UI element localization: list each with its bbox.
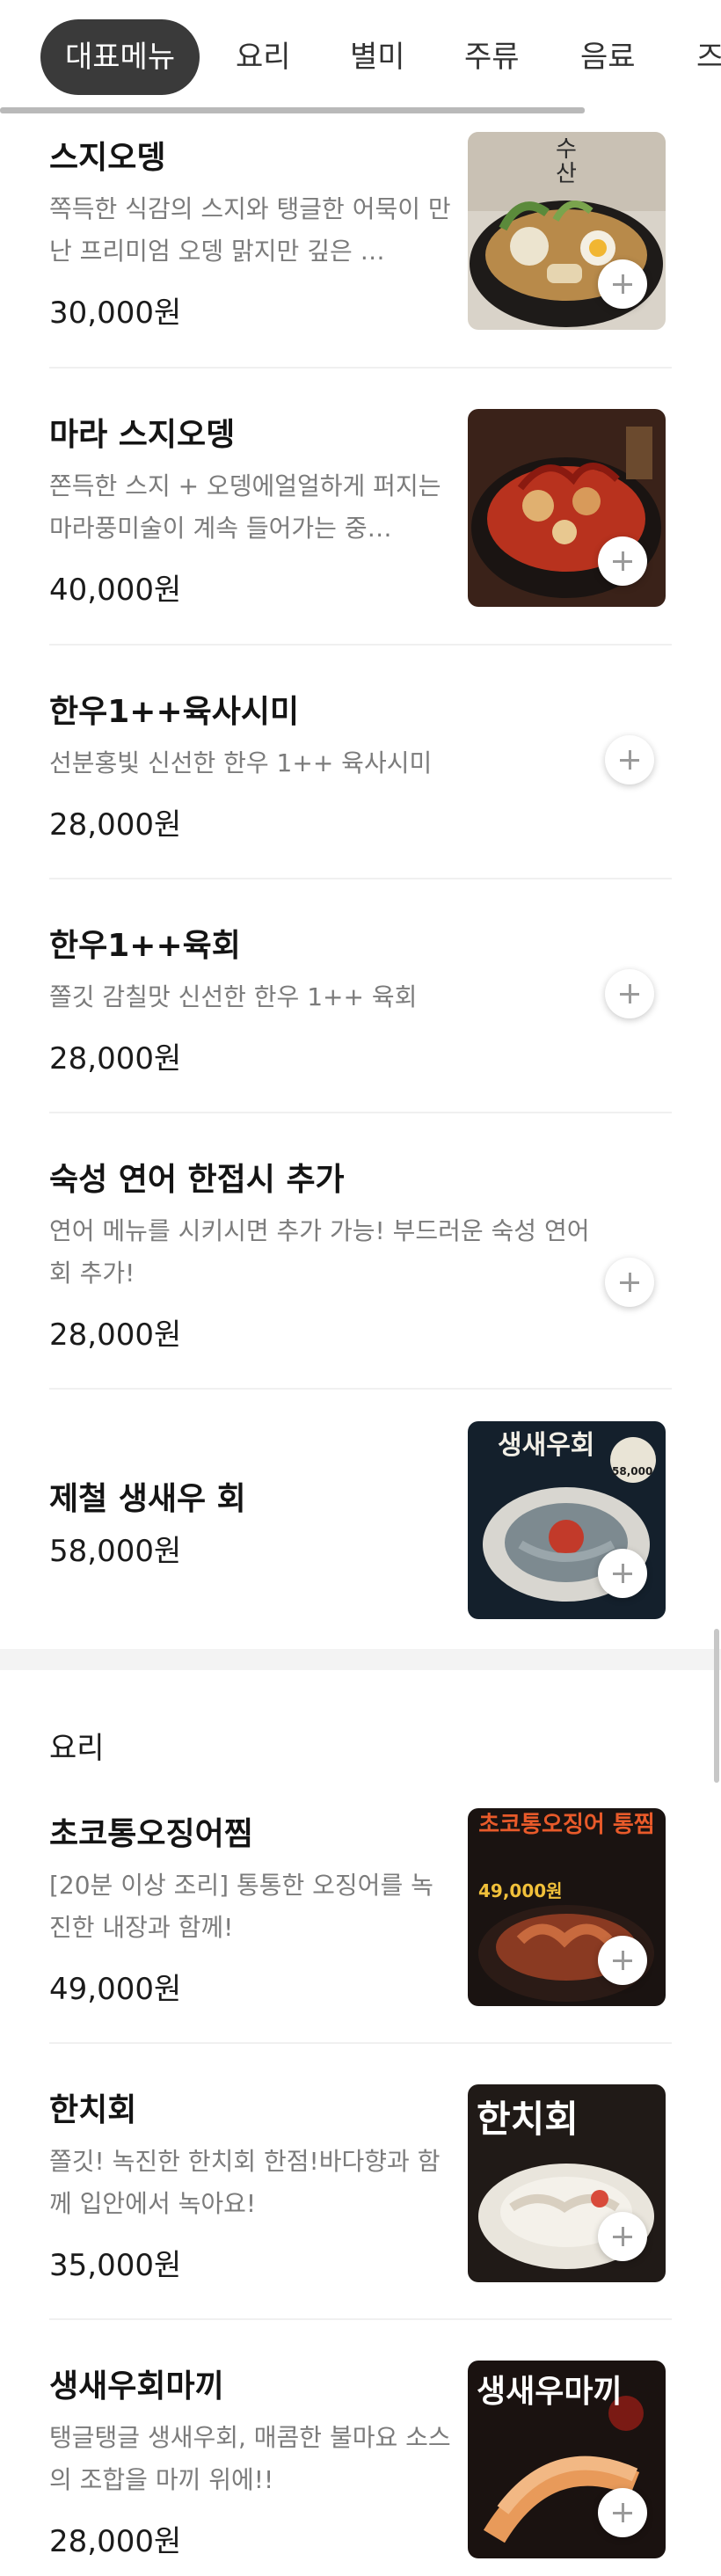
menu-item-price: 28,000원: [49, 807, 182, 843]
menu-item-hanwoo-yuksashimi[interactable]: 한우1++육사시미 선분홍빛 신선한 한우 1++ 육사시미 28,000원: [0, 686, 721, 862]
tab-more[interactable]: 즈: [696, 19, 721, 95]
photo-caption-text: 생새우마끼: [477, 2374, 623, 2410]
section-title-dishes: 요리: [49, 1731, 105, 1766]
item-divider: [49, 2042, 672, 2044]
add-to-cart-button[interactable]: [598, 536, 647, 586]
add-to-cart-button[interactable]: [605, 1258, 654, 1307]
menu-item-price: 58,000원: [49, 1534, 182, 1569]
menu-item-mala-suji-oden[interactable]: 마라 스지오뎅 쫀득한 스지 + 오뎅에얼얼하게 퍼지는 마라풍미술이 계속 들…: [0, 409, 721, 646]
item-divider: [49, 878, 672, 879]
menu-item-price: 28,000원: [49, 1317, 182, 1353]
menu-item-name: 마라 스지오뎅: [49, 417, 236, 453]
menu-item-seasonal-raw-shrimp[interactable]: 제철 생새우 회 58,000원 생새우회 58,000: [0, 1421, 721, 1619]
item-divider: [49, 1112, 672, 1113]
menu-item-name: 한우1++육회: [49, 928, 241, 964]
photo-caption-text: 생새우회: [498, 1430, 595, 1461]
menu-item-name: 한우1++육사시미: [49, 694, 300, 730]
menu-item-name: 스지오뎅: [49, 140, 166, 176]
menu-item-hanchi-sashimi[interactable]: 한치회 쫄깃! 녹진한 한치회 한점!바다향과 함께 입안에서 녹아요! 35,…: [0, 2084, 721, 2322]
menu-item-suji-oden[interactable]: 스지오뎅 쪽득한 식감의 스지와 탱글한 어묵이 만난 프리미엄 오뎅 맑지만 …: [0, 132, 721, 369]
menu-item-price: 49,000원: [49, 1972, 182, 2007]
menu-item-name: 한치회: [49, 2092, 137, 2128]
menu-item-name: 초코통오징어찜: [49, 1816, 253, 1852]
menu-item-description: 쫀득한 스지 + 오뎅에얼얼하게 퍼지는 마라풍미술이 계속 들어가는 중…: [49, 471, 441, 543]
photo-price-badge: 58,000: [612, 1465, 653, 1478]
menu-item-price: 40,000원: [49, 573, 182, 608]
menu-item-price: 35,000원: [49, 2248, 182, 2283]
menu-item-name: 생새우회마끼: [49, 2368, 224, 2405]
add-to-cart-button[interactable]: [605, 735, 654, 784]
photo-caption-text: 수산: [556, 136, 577, 187]
photo-caption-text: 초코통오징어 통찜: [478, 1812, 655, 1838]
menu-item-name: 제철 생새우 회: [49, 1481, 246, 1517]
tab-alcohol[interactable]: 주류: [464, 19, 520, 95]
photo-caption-text: 한치회: [477, 2098, 579, 2141]
menu-item-price: 28,000원: [49, 1041, 182, 1076]
tab-drinks[interactable]: 음료: [580, 19, 636, 95]
tab-dishes[interactable]: 요리: [236, 19, 291, 95]
menu-item-description: 쫄깃 감칠맛 신선한 한우 1++ 육회: [49, 982, 418, 1011]
add-to-cart-button[interactable]: [598, 259, 647, 309]
item-divider: [49, 644, 672, 646]
menu-item-description: [20분 이상 조리] 통통한 오징어를 녹진한 내장과 함께!: [49, 1871, 433, 1942]
menu-item-squid-stew[interactable]: 초코통오징어찜 [20분 이상 조리] 통통한 오징어를 녹진한 내장과 함께!…: [0, 1808, 721, 2046]
menu-item-price: 30,000원: [49, 296, 182, 331]
menu-item-description: 선분홍빛 신선한 한우 1++ 육사시미: [49, 748, 433, 777]
page-scrollbar[interactable]: [714, 1629, 719, 1783]
add-to-cart-button[interactable]: [598, 1936, 647, 1985]
tab-specials[interactable]: 별미: [350, 19, 405, 95]
add-to-cart-button[interactable]: [598, 2488, 647, 2537]
menu-item-description: 연어 메뉴를 시키시면 추가 가능! 부드러운 숙성 연어회 추가!: [49, 1216, 590, 1288]
photo-price-badge: 49,000원: [478, 1880, 563, 1901]
menu-item-shrimp-maki[interactable]: 생새우회마끼 탱글탱글 생새우회, 매콤한 불마요 소스의 조합을 마끼 위에!…: [0, 2361, 721, 2576]
item-divider: [49, 2318, 672, 2320]
item-divider: [49, 367, 672, 369]
item-divider: [49, 1388, 672, 1390]
category-tab-bar: 대표메뉴 요리 별미 주류 음료 즈: [0, 0, 721, 114]
add-to-cart-button[interactable]: [605, 969, 654, 1018]
add-to-cart-button[interactable]: [598, 2212, 647, 2261]
add-to-cart-button[interactable]: [598, 1549, 647, 1598]
menu-item-price: 28,000원: [49, 2524, 182, 2559]
menu-item-description: 쫄깃! 녹진한 한치회 한점!바다향과 함께 입안에서 녹아요!: [49, 2147, 441, 2218]
menu-item-hanwoo-yukhoe[interactable]: 한우1++육회 쫄깃 감칠맛 신선한 한우 1++ 육회 28,000원: [0, 920, 721, 1096]
menu-item-name: 숙성 연어 한접시 추가: [49, 1162, 345, 1198]
menu-item-description: 쪽득한 식감의 스지와 탱글한 어묵이 만난 프리미엄 오뎅 맑지만 깊은 …: [49, 194, 451, 266]
menu-item-aged-salmon-add[interactable]: 숙성 연어 한접시 추가 연어 메뉴를 시키시면 추가 가능! 부드러운 숙성 …: [0, 1154, 721, 1374]
tab-signature-menu[interactable]: 대표메뉴: [40, 19, 200, 95]
tab-scroll-indicator: [0, 107, 585, 113]
section-separator: [0, 1649, 721, 1670]
menu-item-description: 탱글탱글 생새우회, 매콤한 불마요 소스의 조합을 마끼 위에!!: [49, 2423, 451, 2494]
